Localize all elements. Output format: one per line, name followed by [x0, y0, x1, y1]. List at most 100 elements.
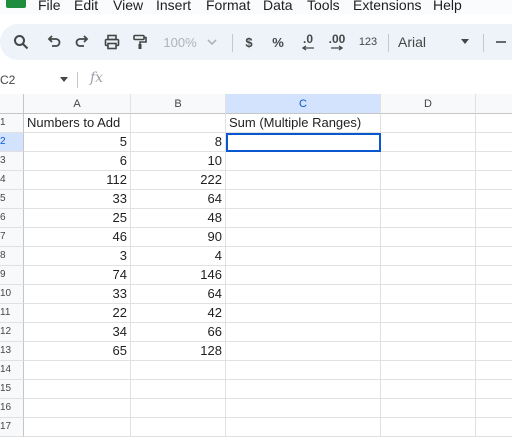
cell-a6[interactable]: 25	[24, 209, 131, 228]
row-header-6[interactable]: 6	[0, 209, 24, 228]
row-header-8[interactable]: 8	[0, 247, 24, 266]
paint-format-button[interactable]	[129, 24, 151, 60]
cell-c9[interactable]	[226, 266, 381, 285]
cell-b3[interactable]: 10	[131, 152, 226, 171]
cell-d16[interactable]	[381, 399, 476, 418]
cell-d1[interactable]	[381, 114, 476, 133]
cell-b11[interactable]: 42	[131, 304, 226, 323]
zoom-select[interactable]: 100%	[160, 24, 222, 60]
cell-d13[interactable]	[381, 342, 476, 361]
cell-d5[interactable]	[381, 190, 476, 209]
row-header-17[interactable]: 17	[0, 418, 24, 437]
cell-d3[interactable]	[381, 152, 476, 171]
format-currency-button[interactable]: $	[240, 24, 258, 60]
column-header-c[interactable]: C	[226, 94, 381, 114]
cell-e11[interactable]	[476, 304, 512, 323]
cell-e8[interactable]	[476, 247, 512, 266]
cell-a12[interactable]: 34	[24, 323, 131, 342]
row-header-4[interactable]: 4	[0, 171, 24, 190]
cell-b5[interactable]: 64	[131, 190, 226, 209]
cell-c7[interactable]	[226, 228, 381, 247]
cell-e6[interactable]	[476, 209, 512, 228]
cell-c4[interactable]	[226, 171, 381, 190]
row-header-13[interactable]: 13	[0, 342, 24, 361]
cell-c14[interactable]	[226, 361, 381, 380]
cell-e7[interactable]	[476, 228, 512, 247]
row-header-10[interactable]: 10	[0, 285, 24, 304]
cell-d8[interactable]	[381, 247, 476, 266]
search-menus-button[interactable]	[10, 24, 32, 60]
increase-decimal-button[interactable]: .00	[325, 24, 349, 60]
decrease-decimal-button[interactable]: .0	[297, 24, 319, 60]
column-header-a[interactable]: A	[24, 94, 131, 114]
cell-a5[interactable]: 33	[24, 190, 131, 209]
cell-a10[interactable]: 33	[24, 285, 131, 304]
cell-a14[interactable]	[24, 361, 131, 380]
menu-insert[interactable]: Insert	[156, 0, 191, 13]
cell-c5[interactable]	[226, 190, 381, 209]
column-header-b[interactable]: B	[131, 94, 226, 114]
cell-a11[interactable]: 22	[24, 304, 131, 323]
cell-e4[interactable]	[476, 171, 512, 190]
row-header-2[interactable]: 2	[0, 133, 24, 152]
cell-b2[interactable]: 8	[131, 133, 226, 152]
cell-b8[interactable]: 4	[131, 247, 226, 266]
cell-a1[interactable]: Numbers to Add	[24, 114, 131, 133]
cell-b15[interactable]	[131, 380, 226, 399]
cell-e3[interactable]	[476, 152, 512, 171]
cell-e10[interactable]	[476, 285, 512, 304]
print-button[interactable]	[101, 24, 123, 60]
name-box[interactable]: C2	[0, 68, 70, 92]
cell-b12[interactable]: 66	[131, 323, 226, 342]
menu-file[interactable]: File	[38, 0, 61, 13]
cell-b7[interactable]: 90	[131, 228, 226, 247]
column-header-d[interactable]: D	[381, 94, 476, 114]
format-percent-button[interactable]: %	[268, 24, 288, 60]
cell-b10[interactable]: 64	[131, 285, 226, 304]
cell-b17[interactable]	[131, 418, 226, 437]
row-header-7[interactable]: 7	[0, 228, 24, 247]
cell-a4[interactable]: 112	[24, 171, 131, 190]
cell-c8[interactable]	[226, 247, 381, 266]
cell-a8[interactable]: 3	[24, 247, 131, 266]
cell-a13[interactable]: 65	[24, 342, 131, 361]
cell-c15[interactable]	[226, 380, 381, 399]
menu-format[interactable]: Format	[206, 0, 250, 13]
cell-c16[interactable]	[226, 399, 381, 418]
menu-tools[interactable]: Tools	[307, 0, 340, 13]
more-formats-button[interactable]: 123	[356, 24, 380, 60]
cell-d4[interactable]	[381, 171, 476, 190]
cell-b1[interactable]	[131, 114, 226, 133]
row-header-12[interactable]: 12	[0, 323, 24, 342]
cell-e2[interactable]	[476, 133, 512, 152]
cell-d6[interactable]	[381, 209, 476, 228]
cell-a9[interactable]: 74	[24, 266, 131, 285]
row-header-5[interactable]: 5	[0, 190, 24, 209]
cell-e5[interactable]	[476, 190, 512, 209]
cell-d14[interactable]	[381, 361, 476, 380]
cell-d12[interactable]	[381, 323, 476, 342]
row-header-9[interactable]: 9	[0, 266, 24, 285]
column-header-e[interactable]	[476, 94, 512, 114]
row-header-15[interactable]: 15	[0, 380, 24, 399]
select-all-corner[interactable]	[0, 94, 24, 114]
row-header-1[interactable]: 1	[0, 114, 24, 133]
cell-b13[interactable]: 128	[131, 342, 226, 361]
font-select[interactable]: Arial	[398, 24, 474, 60]
row-header-14[interactable]: 14	[0, 361, 24, 380]
cell-a16[interactable]	[24, 399, 131, 418]
cell-e1[interactable]	[476, 114, 512, 133]
cell-c3[interactable]	[226, 152, 381, 171]
cell-b14[interactable]	[131, 361, 226, 380]
cell-d11[interactable]	[381, 304, 476, 323]
menu-view[interactable]: View	[113, 0, 143, 13]
menu-edit[interactable]: Edit	[74, 0, 98, 13]
menu-help[interactable]: Help	[433, 0, 462, 13]
decrease-font-size-button[interactable]	[492, 24, 510, 60]
cell-d10[interactable]	[381, 285, 476, 304]
cell-e14[interactable]	[476, 361, 512, 380]
cell-d15[interactable]	[381, 380, 476, 399]
cell-e9[interactable]	[476, 266, 512, 285]
cell-c6[interactable]	[226, 209, 381, 228]
cell-a7[interactable]: 46	[24, 228, 131, 247]
